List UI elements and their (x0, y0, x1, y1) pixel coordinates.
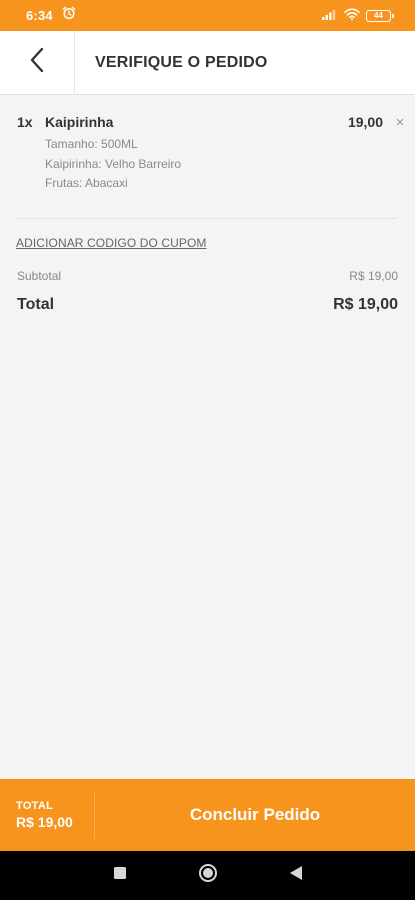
checkout-total-label: TOTAL (16, 800, 54, 812)
status-bar: 6:34 44 (0, 0, 415, 31)
chevron-left-icon (29, 47, 45, 78)
page-title: VERIFIQUE O PEDIDO (95, 53, 268, 71)
total-value: R$ 19,00 (333, 296, 398, 313)
home-icon (198, 863, 218, 888)
status-time: 6:34 (26, 8, 53, 23)
checkout-bar: TOTAL R$ 19,00 Concluir Pedido (0, 779, 415, 851)
wifi-icon (344, 7, 360, 25)
checkout-total-value: R$ 19,00 (16, 814, 73, 830)
subtotal-label: Subtotal (17, 269, 62, 283)
total-label: Total (17, 296, 55, 313)
system-nav-bar (0, 851, 415, 900)
item-details: Tamanho: 500ML Kaipirinha: Velho Barreir… (45, 135, 407, 194)
app-header: VERIFIQUE O PEDIDO (0, 30, 415, 95)
item-quantity: 1x (17, 114, 33, 130)
add-coupon-link[interactable]: ADICIONAR CODIGO DO CUPOM (16, 236, 207, 250)
status-right: 44 (322, 7, 394, 25)
cart-item: 1x Kaipirinha 19,00 × Tamanho: 500ML Kai… (17, 114, 407, 194)
confirm-order-button[interactable]: Concluir Pedido (95, 779, 415, 851)
back-button[interactable] (0, 30, 75, 95)
checkout-total: TOTAL R$ 19,00 (0, 791, 95, 839)
back-nav-button[interactable] (284, 864, 308, 888)
subtotal-row: Subtotal R$ 19,00 (17, 269, 398, 283)
battery-icon: 44 (366, 9, 394, 22)
item-detail-size: Tamanho: 500ML (45, 137, 138, 151)
home-button[interactable] (196, 864, 220, 888)
recents-button[interactable] (108, 864, 132, 888)
subtotal-value: R$ 19,00 (349, 269, 398, 283)
total-row: Total R$ 19,00 (17, 296, 398, 314)
order-summary: 1x Kaipirinha 19,00 × Tamanho: 500ML Kai… (0, 96, 415, 779)
recents-icon (113, 866, 127, 885)
item-detail-fruit: Frutas: Abacaxi (45, 176, 128, 190)
item-price: 19,00 (347, 114, 383, 130)
back-icon (289, 865, 303, 886)
remove-item-button[interactable]: × (393, 115, 407, 130)
item-name: Kaipirinha (45, 114, 114, 130)
divider (16, 218, 397, 219)
signal-icon (322, 7, 338, 25)
alarm-icon (62, 6, 76, 25)
cart-item-row: 1x Kaipirinha 19,00 × (17, 114, 407, 130)
item-detail-variant: Kaipirinha: Velho Barreiro (45, 156, 182, 171)
status-left: 6:34 (26, 6, 76, 25)
